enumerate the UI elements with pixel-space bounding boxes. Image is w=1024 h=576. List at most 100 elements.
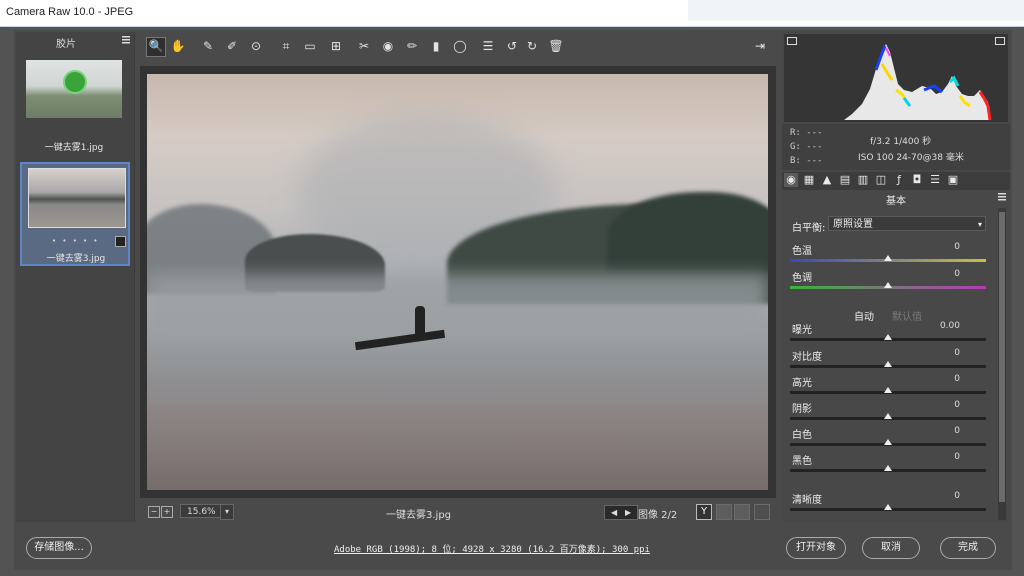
filmstrip-menu-icon[interactable] (122, 36, 130, 44)
slider-handle[interactable] (884, 387, 892, 393)
targeted-adjustment-tool-icon[interactable]: ⊙ (248, 38, 264, 54)
slider-value[interactable]: 0 (954, 452, 960, 462)
tab-snapshots-icon[interactable]: ▣ (946, 173, 960, 187)
slider-value[interactable]: 0 (954, 348, 960, 358)
slider-handle[interactable] (884, 255, 892, 261)
slider-label: 色温 (792, 246, 812, 257)
zoom-in-button[interactable]: + (161, 506, 173, 518)
slider-row[interactable]: 对比度 0 (790, 348, 986, 374)
tab-lens-icon[interactable]: ◫ (874, 173, 888, 187)
rating-stars[interactable]: • • • • • (52, 237, 100, 245)
swap-settings-button[interactable] (716, 504, 732, 520)
slider-row[interactable]: 黑色 0 (790, 452, 986, 478)
graduated-filter-icon[interactable]: ▮ (428, 38, 444, 54)
histogram-graph (844, 44, 992, 121)
open-object-button[interactable]: 打开对象 (786, 537, 846, 559)
image-navigator: ◀ ▶ (604, 505, 638, 520)
tab-hsl-icon[interactable]: ▤ (838, 173, 852, 187)
slider-value[interactable]: 0 (954, 374, 960, 384)
slider-handle[interactable] (884, 282, 892, 288)
tab-presets-icon[interactable]: ☰ (928, 173, 942, 187)
tab-basic-icon[interactable]: ◉ (784, 173, 798, 187)
spot-removal-tool-icon[interactable]: ✂ (356, 38, 372, 54)
title-strip (688, 0, 1024, 21)
copy-settings-button[interactable] (734, 504, 750, 520)
delete-icon[interactable]: 🗑 (548, 38, 564, 54)
image-preview[interactable] (140, 66, 776, 498)
panel-title: 基本 (886, 196, 906, 207)
slider-value[interactable]: 0 (954, 269, 960, 279)
filmstrip-title: 胶片 (56, 39, 76, 50)
cancel-button[interactable]: 取消 (862, 537, 920, 559)
slider-value[interactable]: 0 (954, 242, 960, 252)
chevron-down-icon: ▾ (977, 220, 982, 229)
slider-temperature[interactable]: 色温 0 (790, 242, 986, 268)
slider-value[interactable]: 0 (954, 400, 960, 410)
preferences-icon[interactable]: ☰ (480, 38, 496, 54)
edited-badge-icon (115, 236, 126, 247)
thumbnail-image (26, 60, 122, 118)
crop-tool-icon[interactable]: ⌗ (278, 38, 294, 54)
slider-label: 清晰度 (792, 495, 822, 506)
readout-b: B: --- (790, 156, 823, 166)
exif-iso-lens: ISO 100 24-70@38 毫米 (858, 153, 964, 163)
color-sampler-tool-icon[interactable]: ✐ (224, 38, 240, 54)
slider-label: 对比度 (792, 352, 822, 363)
slider-handle[interactable] (884, 334, 892, 340)
slider-value[interactable]: 0 (954, 491, 960, 501)
slider-row[interactable]: 白色 0 (790, 426, 986, 452)
slider-label: 阴影 (792, 404, 812, 415)
panel-tabs: ◉ ▦ ▲ ▤ ▥ ◫ ƒ ◘ ☰ ▣ (782, 172, 1010, 190)
panel-scrollbar[interactable] (998, 208, 1006, 520)
next-image-icon[interactable]: ▶ (625, 506, 631, 519)
prev-image-icon[interactable]: ◀ (611, 506, 617, 519)
tab-detail-icon[interactable]: ▲ (820, 173, 834, 187)
filmstrip-item-2[interactable]: • • • • • 一键去雾3.jpg (20, 162, 130, 266)
white-balance-select[interactable]: 原照设置 ▾ (828, 216, 986, 231)
workflow-options-link[interactable]: Adobe RGB (1998); 8 位; 4928 x 3280 (16.2… (334, 542, 650, 555)
before-after-button[interactable]: Y (696, 504, 712, 520)
tab-split-toning-icon[interactable]: ▥ (856, 173, 870, 187)
highlight-clipping-icon[interactable] (995, 37, 1005, 45)
transform-tool-icon[interactable]: ⊞ (328, 38, 344, 54)
slider-row[interactable]: 高光 0 (790, 374, 986, 400)
hand-tool-icon[interactable]: ✋ (170, 38, 186, 54)
panel-menu-icon[interactable] (998, 193, 1006, 201)
slider-label: 曝光 (792, 325, 812, 336)
slider-label: 黑色 (792, 456, 812, 467)
toggle-fullscreen-icon[interactable]: ⇥ (752, 38, 768, 54)
zoom-tool-icon[interactable]: 🔍 (146, 37, 166, 57)
save-image-button[interactable]: 存储图像... (26, 537, 92, 559)
slider-value[interactable]: 0 (954, 426, 960, 436)
zoom-out-button[interactable]: − (148, 506, 160, 518)
tab-tone-curve-icon[interactable]: ▦ (802, 173, 816, 187)
radial-filter-icon[interactable]: ◯ (452, 38, 468, 54)
slider-handle[interactable] (884, 439, 892, 445)
tab-camera-calibration-icon[interactable]: ◘ (910, 173, 924, 187)
straighten-tool-icon[interactable]: ▭ (302, 38, 318, 54)
zoom-dropdown-icon[interactable]: ▾ (220, 504, 234, 520)
slider-tint[interactable]: 色调 0 (790, 269, 986, 295)
slider-handle[interactable] (884, 361, 892, 367)
image-count: 图像 2/2 (638, 510, 678, 521)
shadow-clipping-icon[interactable] (787, 37, 797, 45)
slider-handle[interactable] (884, 465, 892, 471)
filmstrip-item-1[interactable]: 一键去雾1.jpg (20, 54, 128, 162)
slider-handle[interactable] (884, 413, 892, 419)
readout-r: R: --- (790, 128, 823, 138)
slider-handle[interactable] (884, 504, 892, 510)
rotate-right-icon[interactable]: ↻ (524, 38, 540, 54)
white-balance-tool-icon[interactable]: ✎ (200, 38, 216, 54)
slider-value[interactable]: 0.00 (940, 321, 960, 331)
toggle-settings-button[interactable] (754, 504, 770, 520)
slider-row[interactable]: 阴影 0 (790, 400, 986, 426)
slider-row[interactable]: 清晰度 0 (790, 491, 986, 517)
tab-effects-icon[interactable]: ƒ (892, 173, 906, 187)
adjustment-brush-icon[interactable]: ✏ (404, 38, 420, 54)
exif-info: R: --- G: --- B: --- f/3.2 1/400 秒 ISO 1… (782, 124, 1010, 170)
red-eye-tool-icon[interactable]: ◉ (380, 38, 396, 54)
thumbnail-label: 一键去雾3.jpg (46, 254, 106, 264)
done-button[interactable]: 完成 (940, 537, 996, 559)
rotate-left-icon[interactable]: ↺ (504, 38, 520, 54)
slider-row[interactable]: 曝光 0.00 (790, 321, 986, 347)
